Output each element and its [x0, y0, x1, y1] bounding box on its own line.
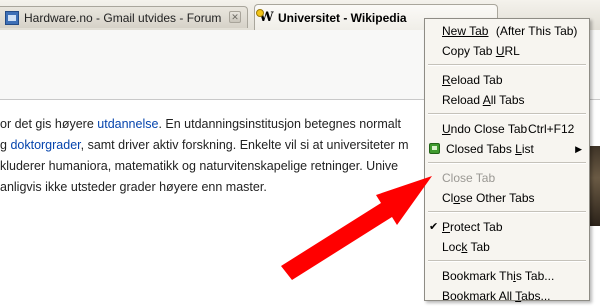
- tab-title: Universitet - Wikipedia: [278, 10, 407, 25]
- menu-item-bookmark-this-tab[interactable]: Bookmark This Tab...: [425, 266, 589, 286]
- menu-item-label: ll Tabs: [490, 93, 525, 107]
- menu-item-label: eload Tab: [450, 73, 503, 87]
- menu-item-close-other-tabs[interactable]: Close Other Tabs: [425, 188, 589, 208]
- menu-separator: [428, 211, 586, 213]
- menu-item-label: Copy Tab: [442, 44, 496, 58]
- submenu-arrow-icon: ▶: [575, 144, 582, 154]
- closed-tabs-icon: [429, 143, 440, 154]
- menu-item-label: Cl: [442, 191, 454, 205]
- warning-icon: [256, 8, 264, 17]
- article-text: g: [0, 138, 11, 152]
- menu-item-label: Bookmark All: [442, 289, 516, 303]
- menu-item-bookmark-all-tabs[interactable]: Bookmark All Tabs...: [425, 286, 589, 306]
- article-text: or det gis høyere: [0, 117, 98, 131]
- menu-item-closed-tabs-list[interactable]: Closed Tabs List ▶: [425, 139, 589, 159]
- menu-item-label: Close Tab: [442, 171, 496, 185]
- article-text: . En utdanningsinstitusjon betegnes norm…: [158, 117, 401, 131]
- close-icon[interactable]: ✕: [229, 11, 241, 23]
- menu-item-label: Closed Tabs: [446, 142, 516, 156]
- tab-title: Hardware.no - Gmail utvides - Forum: [24, 10, 222, 25]
- menu-item-hint: (After This Tab): [495, 24, 578, 38]
- menu-item-label: Bookmark Th: [442, 269, 514, 283]
- menu-item-reload-all-tabs[interactable]: Reload All Tabs: [425, 90, 589, 110]
- menu-item-label: abs...: [521, 289, 551, 303]
- menu-item-shortcut: Ctrl+F12: [528, 122, 575, 136]
- menu-item-accesskey: P: [442, 220, 451, 234]
- tab-hardware-forum[interactable]: Hardware.no - Gmail utvides - Forum ✕: [0, 6, 248, 28]
- menu-item-protect-tab[interactable]: ✔ Protect Tab: [425, 217, 589, 237]
- wikipedia-favicon-icon: W: [256, 8, 274, 25]
- menu-item-close-tab[interactable]: Close Tab: [425, 168, 589, 188]
- menu-item-label: RL: [504, 44, 520, 58]
- menu-item-accesskey: R: [442, 73, 451, 87]
- menu-item-accesskey: L: [515, 142, 522, 156]
- menu-item-label: ndo Close Tab: [450, 122, 528, 136]
- menu-item-label: New Tab: [442, 24, 489, 38]
- menu-item-reload-tab[interactable]: Reload Tab: [425, 70, 589, 90]
- menu-item-accesskey: A: [482, 93, 491, 107]
- menu-item-label: ist: [521, 142, 534, 156]
- menu-item-label: se Other Tabs: [460, 191, 535, 205]
- article-line: g doktorgrader, samt driver aktiv forskn…: [0, 135, 409, 155]
- menu-item-undo-close-tab[interactable]: Undo Close Tab Ctrl+F12: [425, 119, 589, 139]
- menu-item-label: Tab: [467, 240, 490, 254]
- checkmark-icon: ✔: [429, 221, 439, 233]
- menu-separator: [428, 162, 586, 164]
- tab-context-menu: New Tab (After This Tab) Copy Tab URL Re…: [424, 18, 590, 303]
- menu-item-label: Reload: [442, 93, 483, 107]
- article-link-utdannelse[interactable]: utdannelse: [97, 117, 158, 131]
- menu-separator: [428, 113, 586, 115]
- menu-item-copy-tab-url[interactable]: Copy Tab URL: [425, 41, 589, 61]
- article-text: , samt driver aktiv forskning. Enkelte v…: [80, 138, 409, 152]
- menu-item-accesskey: U: [442, 122, 451, 136]
- article-link-doktorgrader[interactable]: doktorgrader: [10, 138, 80, 152]
- hardware-favicon-icon: [5, 10, 19, 25]
- article-line: anligvis ikke utsteder grader høyere enn…: [0, 177, 267, 197]
- menu-separator: [428, 64, 586, 66]
- menu-separator: [428, 260, 586, 262]
- menu-item-label: s Tab...: [515, 269, 555, 283]
- menu-item-new-tab[interactable]: New Tab (After This Tab): [425, 21, 589, 41]
- article-line: kluderer humaniora, matematikk og naturv…: [0, 156, 398, 176]
- menu-item-label: rotect Tab: [450, 220, 503, 234]
- article-text: kluderer humaniora, matematikk og naturv…: [0, 159, 399, 173]
- menu-item-label: Loc: [442, 240, 462, 254]
- article-line: or det gis høyere utdannelse. En utdanni…: [0, 114, 401, 134]
- article-text: anligvis ikke utsteder grader høyere enn…: [0, 180, 267, 194]
- menu-item-lock-tab[interactable]: Lock Tab: [425, 237, 589, 257]
